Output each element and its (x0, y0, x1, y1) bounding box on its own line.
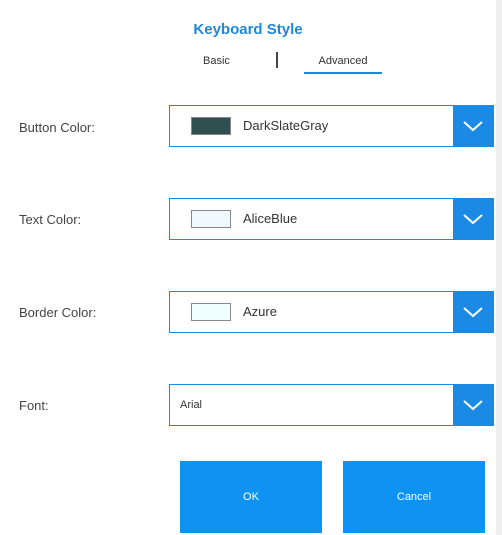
tab-basic[interactable]: Basic (203, 55, 230, 67)
tab-bar: Basic Advanced (0, 52, 496, 76)
text-color-swatch (191, 210, 231, 228)
tab-advanced[interactable]: Advanced (304, 55, 382, 67)
keyboard-style-panel: Keyboard Style Basic Advanced Button Col… (0, 0, 496, 535)
button-color-dropdown[interactable]: DarkSlateGray (169, 105, 494, 147)
chevron-down-icon[interactable] (453, 385, 493, 425)
page-title: Keyboard Style (193, 21, 303, 38)
chevron-down-icon[interactable] (453, 199, 493, 239)
font-dropdown[interactable]: Arial (169, 384, 494, 426)
font-label: Font: (19, 398, 49, 413)
button-color-value: DarkSlateGray (243, 118, 329, 133)
ok-button[interactable]: OK (180, 461, 322, 533)
tab-separator (276, 52, 278, 68)
border-color-swatch (191, 303, 231, 321)
cancel-button[interactable]: Cancel (343, 461, 485, 533)
chevron-down-icon[interactable] (453, 106, 493, 146)
border-color-label: Border Color: (19, 305, 97, 320)
text-color-label: Text Color: (19, 212, 82, 227)
text-color-dropdown[interactable]: AliceBlue (169, 198, 494, 240)
font-value: Arial (180, 399, 203, 411)
text-color-value: AliceBlue (243, 211, 298, 226)
button-color-swatch (191, 117, 231, 135)
border-color-value: Azure (243, 304, 277, 319)
border-color-dropdown[interactable]: Azure (169, 291, 494, 333)
chevron-down-icon[interactable] (453, 292, 493, 332)
button-color-label: Button Color: (19, 120, 95, 135)
active-tab-indicator (304, 72, 382, 74)
